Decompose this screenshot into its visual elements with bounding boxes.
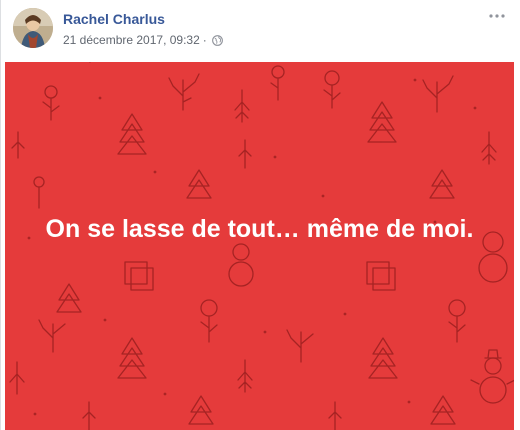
christmas-tree-icon (368, 337, 398, 379)
meta-separator: · (202, 33, 207, 47)
snow-dots (27, 78, 477, 416)
post-header: Rachel Charlus 21 décembre 2017, 09:32 · (1, 0, 520, 62)
balloon-tree-icon (33, 176, 45, 209)
pine-tree-icon (237, 359, 253, 393)
post-card: Rachel Charlus 21 décembre 2017, 09:32 · (0, 0, 520, 430)
globe-icon[interactable] (211, 34, 223, 46)
post-meta: 21 décembre 2017, 09:32 · (63, 33, 223, 47)
post-caption: On se lasse de tout… même de moi. (45, 215, 474, 243)
christmas-tree-icon (117, 113, 147, 155)
more-options-icon[interactable] (487, 8, 507, 24)
pine-tree-icon (234, 89, 250, 123)
author-name[interactable]: Rachel Charlus (63, 11, 165, 27)
square-frame-icon (366, 261, 396, 291)
christmas-tree-icon (117, 337, 147, 379)
balloon-tree-icon (200, 299, 218, 343)
christmas-tree-icon (429, 169, 455, 199)
snowman-icon (228, 243, 254, 287)
balloon-tree-icon (42, 85, 60, 121)
snowman-icon (470, 349, 514, 404)
pine-tree-icon (238, 139, 252, 169)
avatar[interactable] (13, 8, 53, 48)
balloon-tree-icon (270, 65, 285, 101)
christmas-tree-icon (11, 131, 25, 159)
square-frame-icon (124, 261, 154, 291)
christmas-tree-icon (367, 101, 397, 143)
pine-tree-icon (82, 401, 96, 430)
balloon-tree-icon (323, 70, 341, 109)
balloon-tree-icon (448, 299, 466, 343)
post-image[interactable]: On se lasse de tout… même de moi. (5, 62, 514, 430)
pine-tree-icon (481, 131, 497, 165)
christmas-tree-icon (56, 283, 82, 313)
bare-tree-icon (168, 73, 200, 111)
pine-tree-icon (9, 361, 25, 395)
post-timestamp[interactable]: 21 décembre 2017, 09:32 (63, 33, 200, 47)
christmas-tree-icon (430, 395, 456, 425)
pine-tree-icon (186, 169, 212, 199)
pine-tree-icon (328, 401, 342, 430)
bare-tree-icon (286, 329, 314, 363)
christmas-tree-icon (188, 395, 214, 425)
bare-tree-icon (38, 319, 66, 353)
bare-tree-icon (422, 75, 454, 113)
